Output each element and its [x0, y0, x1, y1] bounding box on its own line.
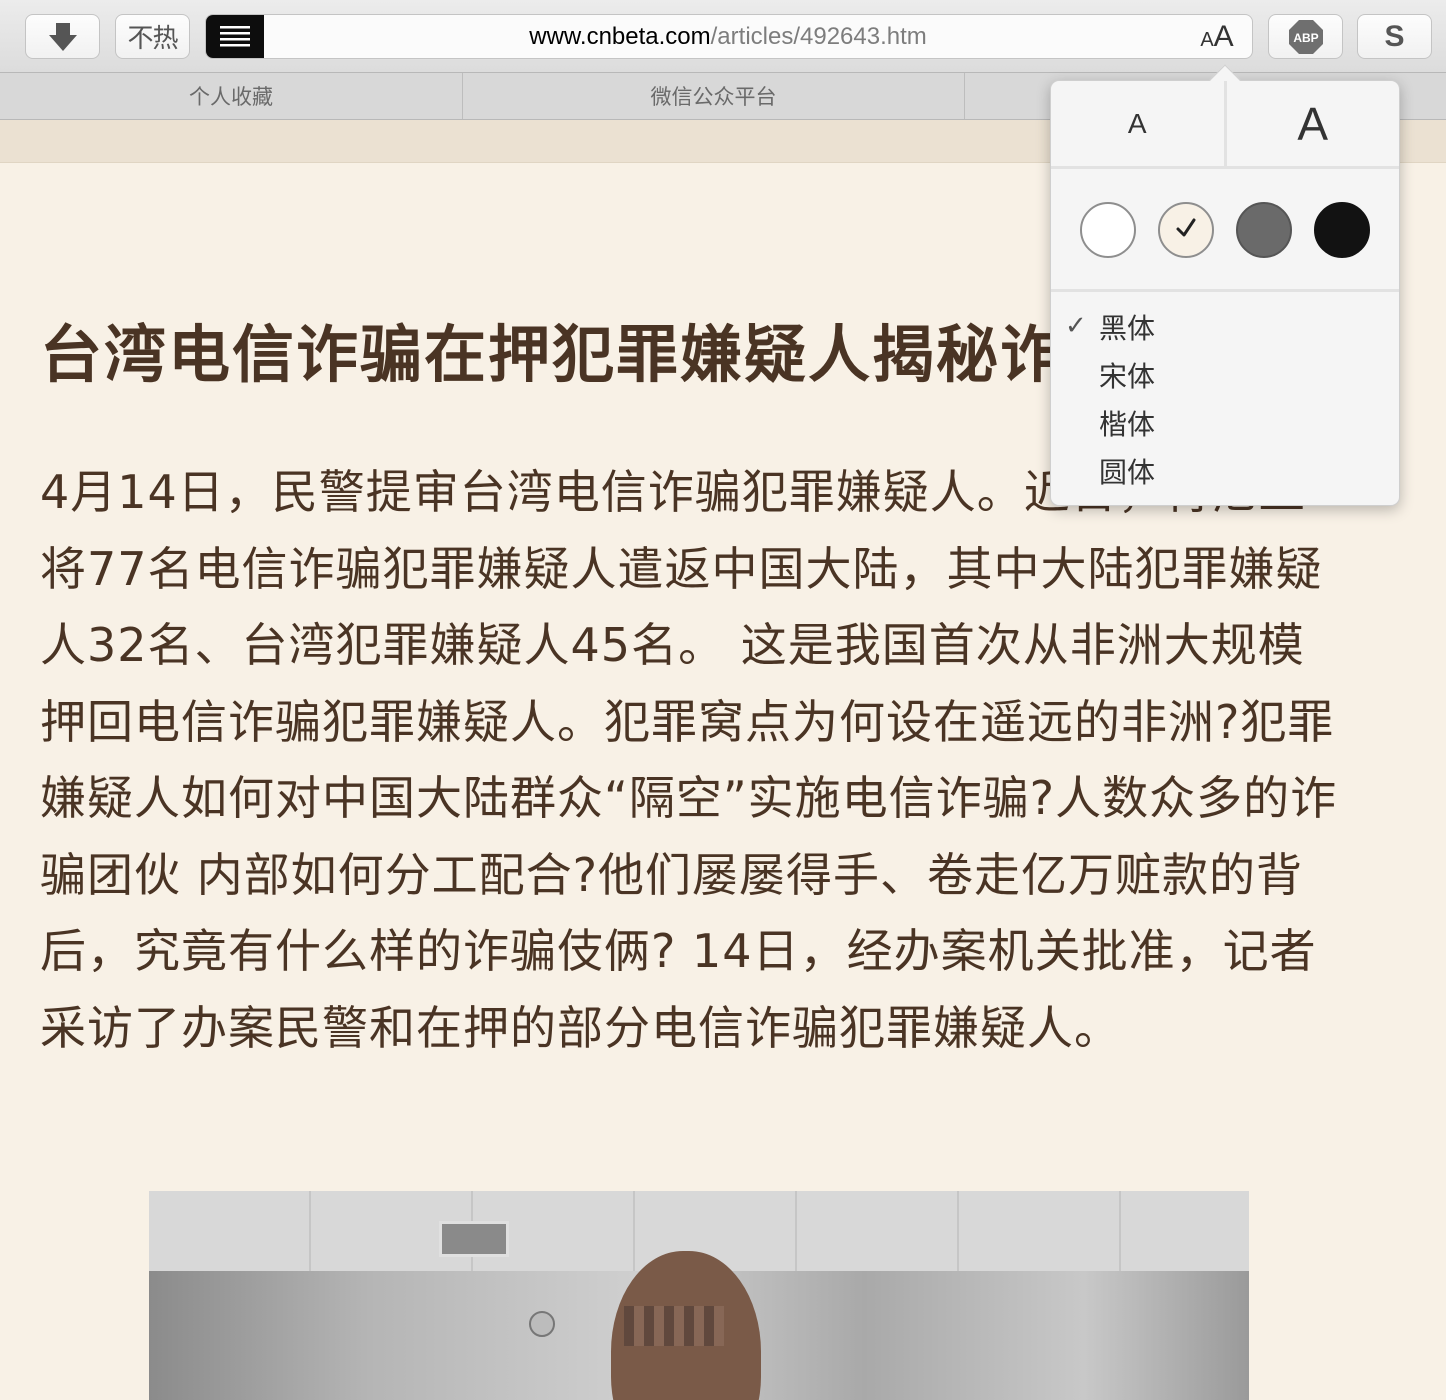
font-option-label: 黑体	[1099, 312, 1156, 345]
theme-row	[1051, 172, 1399, 292]
font-option-yuanti[interactable]: 圆体	[1051, 447, 1399, 495]
text-size-big-glyph: A	[1213, 20, 1234, 53]
reader-view-button[interactable]	[206, 15, 264, 58]
decrease-font-size-button[interactable]: A	[1051, 81, 1227, 166]
font-option-label: 圆体	[1099, 456, 1156, 489]
reader-view-icon	[220, 25, 250, 51]
text-size-small-glyph: A	[1200, 29, 1214, 51]
text-size-button[interactable]: AA	[1194, 15, 1240, 58]
bookmark-wechat-platform[interactable]: 微信公众平台	[463, 73, 965, 119]
url-text[interactable]: www.cnbeta.com/articles/492643.htm	[264, 15, 1192, 58]
s-extension-button[interactable]: S	[1357, 14, 1432, 59]
buhot-label: 不热	[127, 24, 178, 54]
font-option-songti[interactable]: 宋体	[1051, 351, 1399, 399]
theme-sepia-swatch[interactable]	[1158, 202, 1214, 258]
article-body: 4月14日，民警提审台湾电信诈骗犯罪嫌疑人。近日，肯尼亚将77名电信诈骗犯罪嫌疑…	[40, 465, 1338, 1055]
reader-settings-popover: A A ✓ 黑体 宋体 楷体 圆体	[1050, 64, 1400, 506]
photo-vent	[439, 1221, 509, 1257]
theme-white-swatch[interactable]	[1080, 202, 1136, 258]
bookmark-favorites[interactable]: 个人收藏	[0, 73, 463, 119]
font-option-heiti[interactable]: ✓ 黑体	[1051, 303, 1399, 351]
address-bar[interactable]: www.cnbeta.com/articles/492643.htm AA	[205, 14, 1253, 59]
adblock-plus-button[interactable]: ABP	[1268, 14, 1343, 59]
download-arrow-icon	[48, 21, 78, 53]
theme-black-swatch[interactable]	[1314, 202, 1370, 258]
photo-camera	[529, 1311, 555, 1337]
checkmark-icon: ✓	[1065, 311, 1087, 341]
s-label: S	[1384, 19, 1405, 53]
url-host: www.cnbeta.com	[529, 22, 711, 50]
theme-gray-swatch[interactable]	[1236, 202, 1292, 258]
browser-toolbar: 不热 www.cnbeta.com/articles/492643.htm AA…	[0, 0, 1446, 73]
adblock-plus-icon: ABP	[1288, 19, 1324, 55]
font-list: ✓ 黑体 宋体 楷体 圆体	[1051, 303, 1399, 495]
article-photo	[149, 1191, 1249, 1400]
font-option-kaiti[interactable]: 楷体	[1051, 399, 1399, 447]
url-path: /articles/492643.htm	[710, 22, 927, 50]
photo-pixelated-face	[624, 1306, 724, 1346]
checkmark-icon	[1174, 216, 1198, 244]
font-size-row: A A	[1051, 81, 1399, 169]
increase-font-size-button[interactable]: A	[1227, 81, 1400, 166]
buhot-extension-button[interactable]: 不热	[115, 14, 190, 59]
font-option-label: 宋体	[1099, 360, 1156, 393]
font-option-label: 楷体	[1099, 408, 1156, 441]
abp-text: ABP	[1293, 31, 1318, 45]
download-button[interactable]	[25, 14, 100, 59]
